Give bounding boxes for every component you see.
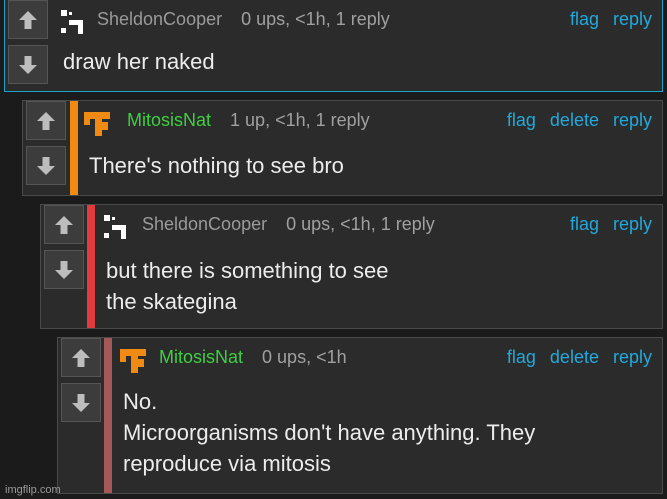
vote-controls (58, 338, 104, 493)
up-arrow-icon (37, 111, 55, 130)
comment-meta: 0 ups, <1h (262, 347, 347, 367)
flag-link[interactable]: flag (507, 347, 536, 367)
flag-link[interactable]: flag (570, 214, 599, 234)
comment-text: No. Microorganisms don't have anything. … (123, 386, 652, 479)
downvote-button[interactable] (8, 45, 48, 84)
comment-header: SheldonCooper 0 ups, <1h, 1 reply flag r… (142, 209, 652, 239)
comment-header: MitosisNat 0 ups, <1h flag delete reply (159, 342, 652, 372)
comment-meta: 1 up, <1h, 1 reply (230, 110, 370, 130)
vote-controls (41, 205, 87, 328)
reply-link[interactable]: reply (613, 110, 652, 130)
upvote-button[interactable] (44, 205, 84, 244)
comment-meta: 0 ups, <1h, 1 reply (286, 214, 435, 234)
thread-stripe (70, 101, 78, 195)
comment-text-line: There's nothing to see bro (89, 153, 344, 178)
flag-link[interactable]: flag (570, 9, 599, 29)
downvote-button[interactable] (44, 250, 84, 289)
comment-header: MitosisNat 1 up, <1h, 1 reply flag delet… (127, 105, 652, 135)
up-arrow-icon (55, 215, 73, 234)
reply-link[interactable]: reply (613, 9, 652, 29)
username-link[interactable]: SheldonCooper (97, 9, 222, 29)
upvote-button[interactable] (26, 101, 66, 140)
comment-meta: 0 ups, <1h, 1 reply (241, 9, 390, 29)
comment-text-line: reproduce via mitosis (123, 451, 331, 476)
up-arrow-icon (72, 348, 90, 367)
qr-pattern-avatar-icon[interactable] (59, 8, 87, 36)
comment-body: SheldonCooper 0 ups, <1h, 1 reply flag r… (53, 0, 662, 91)
comment-text-line: No. (123, 389, 158, 414)
downvote-button[interactable] (26, 146, 66, 185)
comment-2: MitosisNat 1 up, <1h, 1 reply flag delet… (22, 100, 663, 196)
downvote-button[interactable] (61, 383, 101, 422)
down-arrow-icon (19, 55, 37, 74)
vote-controls (23, 101, 69, 195)
comment-header: SheldonCooper 0 ups, <1h, 1 reply flag r… (97, 4, 652, 34)
comment-text: draw her naked (63, 46, 652, 77)
username-link[interactable]: MitosisNat (127, 110, 211, 130)
flag-link[interactable]: flag (507, 110, 536, 130)
comment-3: SheldonCooper 0 ups, <1h, 1 reply flag r… (40, 204, 663, 329)
comment-text-line: Microorganisms don't have anything. They (123, 420, 536, 445)
comment-4: MitosisNat 0 ups, <1h flag delete reply … (57, 337, 663, 494)
comment-text-line: the skategina (106, 289, 237, 314)
qr-pattern-avatar-icon[interactable] (102, 213, 130, 241)
upvote-button[interactable] (61, 338, 101, 377)
down-arrow-icon (37, 156, 55, 175)
up-arrow-icon (19, 10, 37, 29)
comment-body: SheldonCooper 0 ups, <1h, 1 reply flag r… (96, 205, 662, 328)
comment-body: MitosisNat 1 up, <1h, 1 reply flag delet… (79, 101, 662, 195)
orange-block-avatar-icon[interactable] (83, 109, 111, 137)
upvote-button[interactable] (8, 0, 48, 39)
thread-stripe (104, 338, 112, 493)
comment-text: There's nothing to see bro (89, 150, 652, 181)
reply-link[interactable]: reply (613, 347, 652, 367)
comment-actions: flag reply (561, 4, 652, 34)
vote-controls (5, 0, 51, 91)
comment-text-line: but there is something to see (106, 258, 389, 283)
comment-1: SheldonCooper 0 ups, <1h, 1 reply flag r… (4, 0, 663, 92)
comment-actions: flag delete reply (498, 342, 652, 372)
comment-text: but there is something to see the skateg… (106, 255, 652, 317)
comment-actions: flag delete reply (498, 105, 652, 135)
comment-actions: flag reply (561, 209, 652, 239)
down-arrow-icon (72, 393, 90, 412)
delete-link[interactable]: delete (550, 347, 599, 367)
orange-block-avatar-icon[interactable] (119, 346, 147, 374)
thread-stripe (87, 205, 95, 328)
reply-link[interactable]: reply (613, 214, 652, 234)
username-link[interactable]: MitosisNat (159, 347, 243, 367)
down-arrow-icon (55, 260, 73, 279)
delete-link[interactable]: delete (550, 110, 599, 130)
comment-body: MitosisNat 0 ups, <1h flag delete reply … (113, 338, 662, 493)
watermark: imgflip.com (5, 484, 61, 496)
username-link[interactable]: SheldonCooper (142, 214, 267, 234)
comment-text-line: draw her naked (63, 49, 215, 74)
